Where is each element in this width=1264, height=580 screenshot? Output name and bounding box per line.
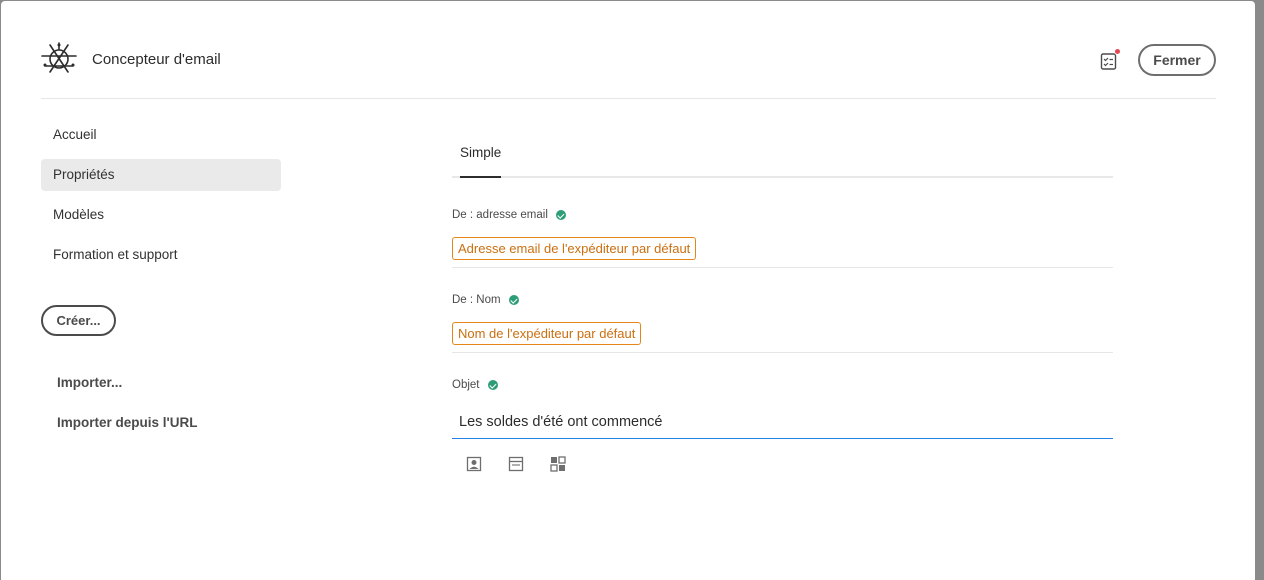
valid-check-icon (487, 380, 498, 390)
content-block-icon[interactable] (508, 456, 524, 472)
notification-dot (1114, 48, 1121, 55)
subject-label: Objet (452, 379, 498, 391)
properties-panel: Simple De : adresse email Adresse email … (452, 133, 1113, 472)
sidebar-nav: Accueil Propriétés Modèles Formation et … (41, 119, 281, 279)
app-title: Concepteur d'email (92, 51, 221, 68)
valid-check-icon (508, 295, 519, 305)
valid-check-icon (555, 210, 566, 220)
sidebar-item-modeles[interactable]: Modèles (41, 199, 281, 231)
close-button[interactable]: Fermer (1138, 44, 1216, 76)
create-button[interactable]: Créer... (41, 305, 116, 336)
sidebar-item-accueil[interactable]: Accueil (41, 119, 281, 151)
personalization-icon[interactable] (466, 456, 482, 472)
from-address-value-chip[interactable]: Adresse email de l'expéditeur par défaut (452, 237, 697, 260)
from-name-label: De : Nom (452, 294, 519, 306)
field-divider (452, 267, 1113, 268)
sidebar-item-formation[interactable]: Formation et support (41, 239, 281, 271)
import-link[interactable]: Importer... (57, 375, 122, 390)
tab-simple[interactable]: Simple (460, 144, 502, 178)
tab-bar: Simple (452, 133, 1113, 178)
checklist-icon[interactable] (1099, 48, 1121, 71)
field-divider (452, 352, 1113, 353)
email-designer-dialog: Concepteur d'email Fermer Accueil Propri… (1, 1, 1255, 580)
from-address-label: De : adresse email (452, 209, 566, 221)
from-name-label-text: De : Nom (452, 294, 501, 306)
dialog-header: Concepteur d'email Fermer (41, 41, 1216, 99)
email-designer-logo-icon (41, 42, 77, 73)
subject-input[interactable] (452, 405, 1113, 439)
dynamic-content-icon[interactable] (550, 456, 566, 472)
subject-label-text: Objet (452, 379, 480, 391)
from-name-value-chip[interactable]: Nom de l'expéditeur par défaut (452, 322, 642, 345)
sidebar-item-proprietes[interactable]: Propriétés (41, 159, 281, 191)
import-from-url-link[interactable]: Importer depuis l'URL (57, 415, 197, 430)
from-address-label-text: De : adresse email (452, 209, 548, 221)
